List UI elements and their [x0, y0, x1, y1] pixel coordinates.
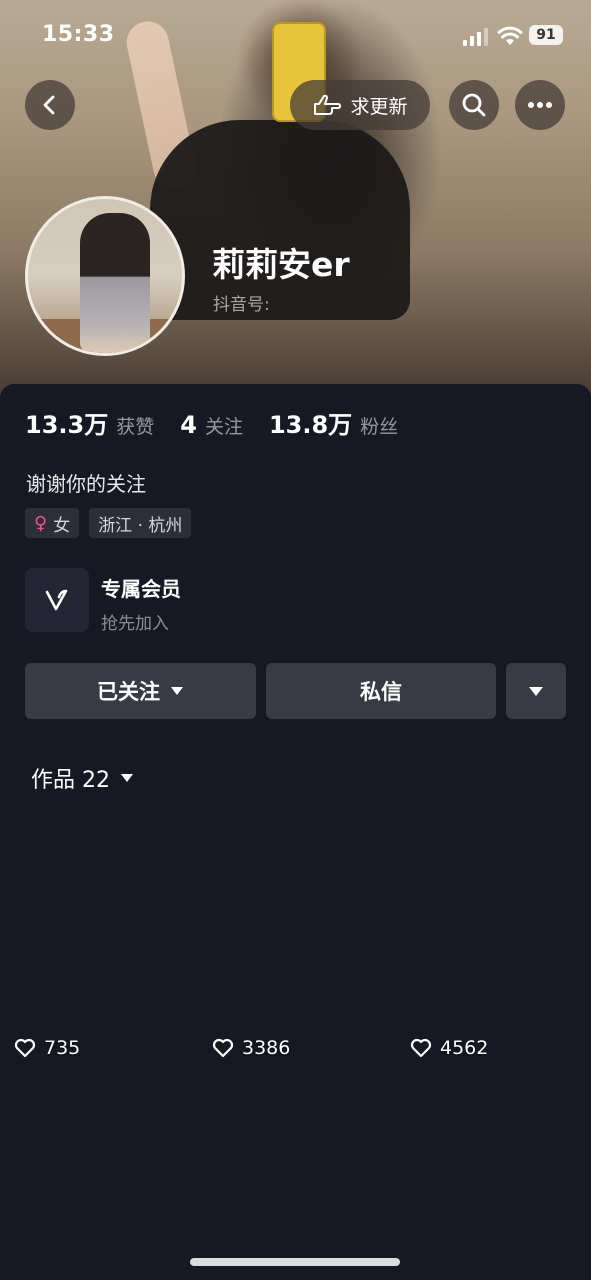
membership-subtitle: 抢先加入: [101, 614, 169, 634]
back-button[interactable]: [25, 80, 75, 130]
video-tile[interactable]: 735: [0, 811, 196, 1071]
stat-followers[interactable]: 13.8万 粉丝: [269, 405, 398, 440]
wifi-icon: [497, 26, 523, 45]
gender-tag: ♀ 女: [25, 508, 80, 538]
heart-icon: [212, 1038, 234, 1058]
tab-works[interactable]: 作品 22: [31, 762, 134, 794]
chevron-left-icon: [43, 95, 55, 115]
video-likes-count: 735: [44, 1037, 81, 1059]
video-thumbnail: [0, 1073, 196, 1280]
request-update-button[interactable]: 求更新: [290, 80, 430, 130]
expand-button[interactable]: [506, 663, 566, 719]
video-thumbnail: [396, 1073, 591, 1280]
cover-figure: [150, 120, 410, 320]
home-indicator: [190, 1258, 400, 1266]
video-thumbnail: [198, 811, 394, 1071]
location-tag: 浙江 · 杭州: [89, 508, 192, 538]
membership-title[interactable]: 专属会员: [101, 573, 181, 602]
video-tile[interactable]: 4562: [396, 811, 591, 1071]
more-dots-icon: [528, 102, 552, 108]
request-update-label: 求更新: [350, 95, 408, 118]
video-likes: 735: [14, 1037, 80, 1059]
stat-following-label: 关注: [204, 416, 243, 438]
pointing-hand-icon: [314, 94, 342, 115]
stat-following-value: 4: [180, 411, 197, 439]
video-thumbnail: [0, 811, 196, 1071]
video-likes-count: 4562: [440, 1037, 489, 1059]
signal-icon: [463, 28, 488, 46]
stat-following[interactable]: 4 关注: [180, 411, 243, 439]
search-icon: [462, 93, 486, 117]
avatar-figure: [80, 213, 150, 353]
caret-down-icon: [529, 686, 543, 696]
female-icon: ♀: [34, 512, 48, 534]
heart-icon: [14, 1038, 36, 1058]
stat-likes[interactable]: 13.3万 获赞: [25, 405, 154, 440]
video-likes: 3386: [212, 1037, 290, 1059]
battery-indicator: 91: [529, 25, 563, 45]
stat-likes-value: 13.3万: [25, 411, 109, 439]
video-thumbnail: [198, 1073, 394, 1280]
avatar[interactable]: [25, 196, 185, 356]
search-button[interactable]: [449, 80, 499, 130]
bio-text: 谢谢你的关注: [26, 472, 146, 496]
video-likes-count: 3386: [242, 1037, 291, 1059]
caret-down-icon: [171, 687, 183, 695]
gender-label: 女: [53, 515, 71, 536]
profile-tags: ♀ 女 浙江 · 杭州: [25, 508, 192, 538]
status-bar: 15:33 91: [0, 0, 591, 72]
heart-icon: [410, 1038, 432, 1058]
douyin-id[interactable]: 抖音号:: [213, 290, 270, 315]
video-thumbnail: [396, 811, 591, 1071]
vip-v-icon: [45, 589, 68, 611]
video-tile[interactable]: [0, 1073, 196, 1280]
followed-button[interactable]: 已关注: [25, 663, 256, 719]
stat-followers-value: 13.8万: [268, 411, 353, 439]
caret-down-icon: [121, 774, 133, 782]
video-tile[interactable]: [198, 1073, 394, 1280]
message-button[interactable]: 私信: [266, 663, 496, 719]
more-button[interactable]: [515, 80, 565, 130]
followed-label: 已关注: [97, 680, 160, 704]
membership-icon-box[interactable]: [25, 568, 89, 632]
video-likes: 4562: [410, 1037, 488, 1059]
profile-page: 15:33 91 求更新 莉莉安er 抖音号: 13.3万 获赞 4 关注 13…: [0, 0, 591, 1280]
video-tile[interactable]: [396, 1073, 591, 1280]
works-tab-label: 作品 22: [31, 768, 110, 793]
location-label: 浙江 · 杭州: [98, 515, 183, 536]
message-label: 私信: [360, 680, 402, 704]
stat-followers-label: 粉丝: [360, 416, 399, 438]
username: 莉莉安er: [212, 245, 350, 284]
video-tile[interactable]: 3386: [198, 811, 394, 1071]
status-time: 15:33: [42, 22, 115, 47]
video-grid: 735 3386 4562: [0, 811, 591, 1280]
stat-likes-label: 获赞: [116, 416, 155, 438]
stats-row: 13.3万 获赞 4 关注 13.8万 粉丝: [25, 405, 424, 445]
